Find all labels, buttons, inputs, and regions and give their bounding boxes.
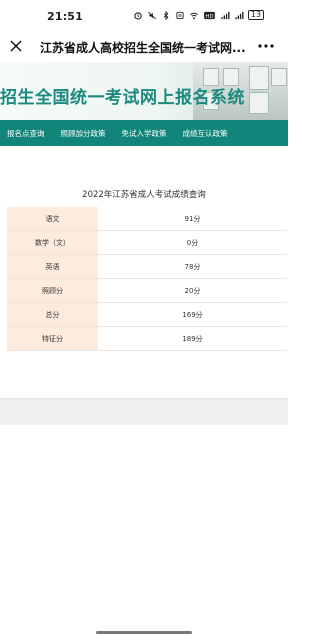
- nav-item-score-recognition-policy[interactable]: 成绩互认政策: [175, 128, 236, 139]
- alarm-icon: [134, 11, 142, 20]
- banner-title: 招生全国统一考试网上报名系统: [0, 88, 245, 108]
- mute-icon: [147, 11, 156, 19]
- more-button[interactable]: [254, 36, 278, 56]
- wifi-icon: [189, 12, 198, 19]
- status-icons: HD 13: [133, 10, 264, 20]
- signal-icon: [235, 11, 244, 19]
- status-bar: 21:51 HD 13: [0, 0, 288, 30]
- score-cell: 78分: [98, 254, 287, 279]
- bluetooth-icon: [163, 10, 169, 20]
- nav-item-bonus-policy[interactable]: 照顾加分政策: [53, 128, 114, 139]
- close-icon: [10, 40, 22, 52]
- status-time: 21:51: [47, 10, 84, 23]
- table-row: 数学（文） 0分: [7, 230, 287, 255]
- close-button[interactable]: [6, 36, 26, 56]
- score-cell: 0分: [98, 230, 287, 255]
- signal-icon: [221, 11, 230, 19]
- score-content: 2022年江苏省成人考试成绩查询 语文 91分 数学（文） 0分 英语 78分 …: [0, 146, 288, 398]
- battery-icon: 13: [247, 10, 264, 20]
- score-cell: 169分: [98, 302, 287, 327]
- table-row: 英语 78分: [7, 254, 287, 279]
- nav-item-registration-points[interactable]: 报名点查询: [0, 128, 53, 139]
- subject-cell: 特征分: [7, 326, 98, 351]
- score-title: 2022年江苏省成人考试成绩查询: [82, 190, 206, 200]
- score-cell: 189分: [98, 326, 287, 351]
- main-nav: 报名点查询 照顾加分政策 免试入学政策 成绩互认政策: [0, 120, 288, 146]
- subject-cell: 英语: [7, 254, 98, 279]
- more-icon: [258, 44, 274, 48]
- title-bar: 江苏省成人高校招生全国统一考试网...: [0, 30, 288, 62]
- footer-band: [0, 398, 288, 425]
- table-row: 特征分 189分: [7, 326, 287, 351]
- score-cell: 20分: [98, 278, 287, 303]
- home-indicator[interactable]: [96, 631, 192, 634]
- page-title: 江苏省成人高校招生全国统一考试网...: [40, 41, 246, 55]
- subject-cell: 数学（文）: [7, 230, 98, 255]
- nfc-icon: [176, 11, 184, 19]
- subject-cell: 照顾分: [7, 278, 98, 303]
- table-row: 语文 91分: [7, 207, 287, 231]
- subject-cell: 语文: [7, 207, 98, 231]
- subject-cell: 总分: [7, 302, 98, 327]
- hd-icon: HD: [203, 11, 215, 19]
- site-banner: 招生全国统一考试网上报名系统: [0, 62, 288, 120]
- table-row: 总分 169分: [7, 302, 287, 327]
- score-table: 语文 91分 数学（文） 0分 英语 78分 照顾分 20分 总分 169分 特…: [7, 207, 287, 351]
- table-row: 照顾分 20分: [7, 278, 287, 303]
- nav-item-exemption-policy[interactable]: 免试入学政策: [114, 128, 175, 139]
- score-cell: 91分: [98, 207, 287, 231]
- svg-text:HD: HD: [205, 13, 213, 19]
